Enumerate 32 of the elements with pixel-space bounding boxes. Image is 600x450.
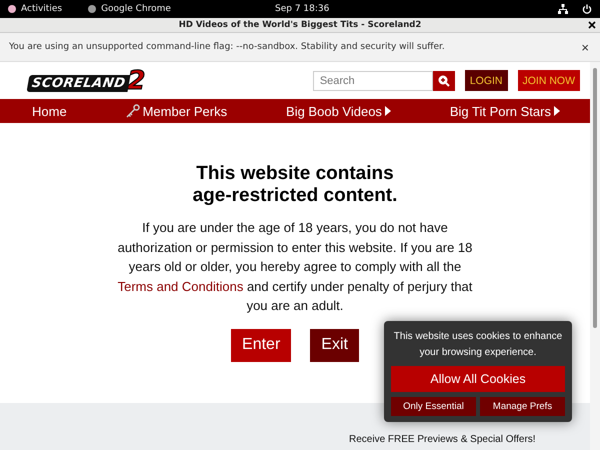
search-field[interactable]: Search <box>312 70 433 90</box>
nav-link[interactable]: Big Tit Porn Stars <box>450 104 560 118</box>
age-warning-heading: This website contains age-restricted content. <box>192 163 398 207</box>
power-icon[interactable] <box>582 4 592 14</box>
nav-link[interactable]: Member Perks <box>126 104 228 118</box>
prefs-button[interactable]: Manage Prefs <box>480 397 565 416</box>
app-menu[interactable]: Google Chrome <box>88 4 171 14</box>
exit-button[interactable]: Exit <box>310 328 359 362</box>
nav-link[interactable]: Home <box>32 104 67 118</box>
essential-button[interactable]: Only Essential <box>391 397 476 416</box>
search-button[interactable] <box>432 70 455 90</box>
caret-icon <box>554 106 560 116</box>
close-button[interactable]: × <box>579 40 591 54</box>
terms-link[interactable]: Terms and Conditions <box>118 278 244 294</box>
network-icon[interactable] <box>558 4 568 14</box>
age-notice-paragraph: If you are under the age of 18 years, you do not have authorization or permission to enter this website. If you are 18 years old or older, you hereby agree to comply with all the Terms and Conditions and certify under penalty of perjury that you are an adult. <box>116 219 474 315</box>
cookie-message: This website uses cookies to enhance your browsing experience. <box>392 330 564 360</box>
nav-link[interactable]: Big Boob Videos <box>286 104 391 118</box>
enter-button[interactable]: Enter <box>231 328 292 362</box>
join-button[interactable]: JOIN NOW <box>518 70 580 91</box>
allow-cookies-button[interactable]: Allow All Cookies <box>391 366 565 392</box>
search-icon <box>438 74 450 86</box>
newsletter-text: Receive FREE Previews & Special Offers! <box>349 434 536 445</box>
key-icon <box>126 104 140 118</box>
activities-button[interactable]: Activities <box>8 4 62 14</box>
scrollbar-thumb[interactable] <box>593 68 597 328</box>
close-icon[interactable] <box>588 21 596 29</box>
warning-message: You are using an unsupported command-line flag: --no-sandbox. Stability and security will suffer. <box>9 42 445 52</box>
caret-icon <box>384 106 391 116</box>
login-button[interactable]: LOGIN <box>464 70 508 91</box>
window-title: HD Videos of the World's Biggest Tits - Scoreland2 <box>178 20 422 30</box>
clock[interactable]: Sep 7 18:36 <box>275 4 330 14</box>
